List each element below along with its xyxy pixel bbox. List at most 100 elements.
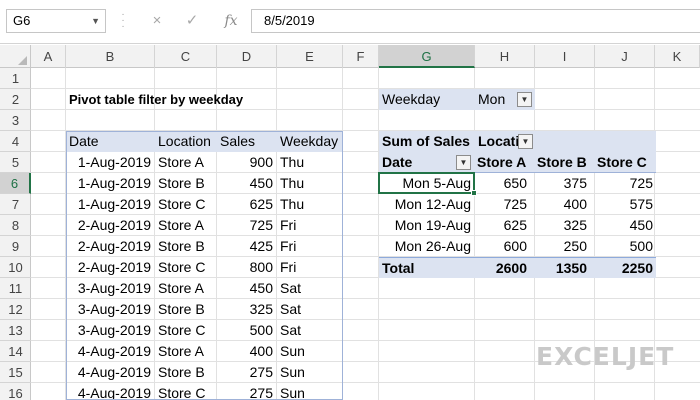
row-header-12[interactable]: 12 [0, 299, 31, 320]
column-header-i[interactable]: I [535, 45, 595, 68]
enter-icon[interactable]: ✓ [183, 10, 201, 32]
table-cell[interactable]: Store C [155, 194, 217, 215]
pivot-row-label[interactable]: Mon 12-Aug [379, 194, 475, 215]
pivot-cell[interactable]: 600 [475, 236, 535, 257]
table-cell[interactable]: Thu [277, 173, 343, 194]
cancel-icon[interactable]: × [148, 10, 166, 32]
table-cell[interactable]: 450 [217, 173, 277, 194]
table-cell[interactable]: 3-Aug-2019 [66, 299, 155, 320]
table-cell[interactable]: 725 [217, 215, 277, 236]
row-header-1[interactable]: 1 [0, 68, 31, 89]
column-header-k[interactable]: K [655, 45, 700, 68]
table-cell[interactable]: Sat [277, 278, 343, 299]
table-cell[interactable]: 500 [217, 320, 277, 341]
table-cell[interactable]: Fri [277, 257, 343, 278]
filter-applied-icon[interactable]: ▼ [517, 92, 532, 107]
table-cell[interactable]: Sat [277, 320, 343, 341]
table-cell[interactable]: Fri [277, 236, 343, 257]
row-header-15[interactable]: 15 [0, 362, 31, 383]
table-cell[interactable]: Store A [155, 278, 217, 299]
table-cell[interactable]: 450 [217, 278, 277, 299]
table-cell[interactable]: Store A [155, 152, 217, 173]
row-header-7[interactable]: 7 [0, 194, 31, 215]
pivot-cell[interactable]: 625 [475, 215, 535, 236]
table-cell[interactable]: 4-Aug-2019 [66, 383, 155, 400]
fill-handle[interactable] [471, 190, 477, 196]
formula-input[interactable]: 8/5/2019 [251, 9, 700, 33]
row-header-9[interactable]: 9 [0, 236, 31, 257]
pivot-cell[interactable]: 250 [535, 236, 595, 257]
table-header-sales[interactable]: Sales [217, 131, 277, 152]
column-header-c[interactable]: C [155, 45, 217, 68]
column-header-e[interactable]: E [277, 45, 343, 68]
table-cell[interactable]: 1-Aug-2019 [66, 152, 155, 173]
row-header-5[interactable]: 5 [0, 152, 31, 173]
table-header-date[interactable]: Date [66, 131, 155, 152]
pivot-cell[interactable]: 500 [595, 236, 656, 257]
row-header-16[interactable]: 16 [0, 383, 31, 400]
table-cell[interactable]: 2-Aug-2019 [66, 257, 155, 278]
table-cell[interactable]: 2-Aug-2019 [66, 215, 155, 236]
row-header-3[interactable]: 3 [0, 110, 31, 131]
pivot-cell[interactable]: 325 [535, 215, 595, 236]
table-cell[interactable]: 4-Aug-2019 [66, 362, 155, 383]
row-header-11[interactable]: 11 [0, 278, 31, 299]
column-header-j[interactable]: J [595, 45, 655, 68]
table-cell[interactable]: Sun [277, 341, 343, 362]
row-header-10[interactable]: 10 [0, 257, 31, 278]
table-cell[interactable]: Store B [155, 173, 217, 194]
pivot-cell[interactable]: 725 [475, 194, 535, 215]
table-cell[interactable]: Store A [155, 215, 217, 236]
column-header-a[interactable]: A [31, 45, 66, 68]
table-cell[interactable]: Store C [155, 383, 217, 400]
table-cell[interactable]: Sat [277, 299, 343, 320]
pivot-row-label[interactable]: Mon 26-Aug [379, 236, 475, 257]
table-cell[interactable]: Sun [277, 362, 343, 383]
row-header-14[interactable]: 14 [0, 341, 31, 362]
table-cell[interactable]: Sun [277, 383, 343, 400]
table-cell[interactable]: 1-Aug-2019 [66, 173, 155, 194]
table-cell[interactable]: Fri [277, 215, 343, 236]
pivot-total-cell[interactable]: 2600 [475, 257, 535, 278]
table-cell[interactable]: 800 [217, 257, 277, 278]
chevron-down-icon[interactable]: ▼ [91, 10, 100, 32]
table-cell[interactable]: Store B [155, 236, 217, 257]
table-cell[interactable]: Store A [155, 341, 217, 362]
column-header-h[interactable]: H [475, 45, 535, 68]
pivot-cell[interactable]: 400 [535, 194, 595, 215]
table-cell[interactable]: 275 [217, 362, 277, 383]
table-header-weekday[interactable]: Weekday [277, 131, 343, 152]
column-header-g[interactable]: G [379, 45, 475, 68]
table-cell[interactable]: 400 [217, 341, 277, 362]
pivot-total-cell[interactable]: 1350 [535, 257, 595, 278]
pivot-cell[interactable]: 375 [535, 173, 595, 194]
insert-function-icon[interactable]: fx [220, 10, 242, 32]
row-header-13[interactable]: 13 [0, 320, 31, 341]
column-header-b[interactable]: B [66, 45, 155, 68]
row-header-4[interactable]: 4 [0, 131, 31, 152]
table-cell[interactable]: 3-Aug-2019 [66, 320, 155, 341]
pivot-cell[interactable]: 725 [595, 173, 656, 194]
table-cell[interactable]: 275 [217, 383, 277, 400]
table-cell[interactable]: Thu [277, 194, 343, 215]
select-all-button[interactable] [0, 45, 31, 68]
table-cell[interactable]: Store C [155, 320, 217, 341]
pivot-row-label[interactable]: Mon 5-Aug [379, 173, 475, 194]
row-filter-dropdown-icon[interactable]: ▼ [456, 155, 471, 170]
row-header-8[interactable]: 8 [0, 215, 31, 236]
pivot-row-label[interactable]: Mon 19-Aug [379, 215, 475, 236]
table-cell[interactable]: Thu [277, 152, 343, 173]
table-cell[interactable]: Store B [155, 299, 217, 320]
column-header-f[interactable]: F [343, 45, 379, 68]
row-header-6[interactable]: 6 [0, 173, 31, 194]
table-cell[interactable]: 625 [217, 194, 277, 215]
table-cell[interactable]: Store C [155, 257, 217, 278]
table-cell[interactable]: 3-Aug-2019 [66, 278, 155, 299]
table-cell[interactable]: 425 [217, 236, 277, 257]
table-cell[interactable]: 1-Aug-2019 [66, 194, 155, 215]
table-header-location[interactable]: Location [155, 131, 217, 152]
name-box[interactable]: G6 ▼ [6, 9, 106, 33]
drag-handle-icon[interactable]: · · · [120, 10, 126, 32]
row-header-2[interactable]: 2 [0, 89, 31, 110]
table-cell[interactable]: Store B [155, 362, 217, 383]
